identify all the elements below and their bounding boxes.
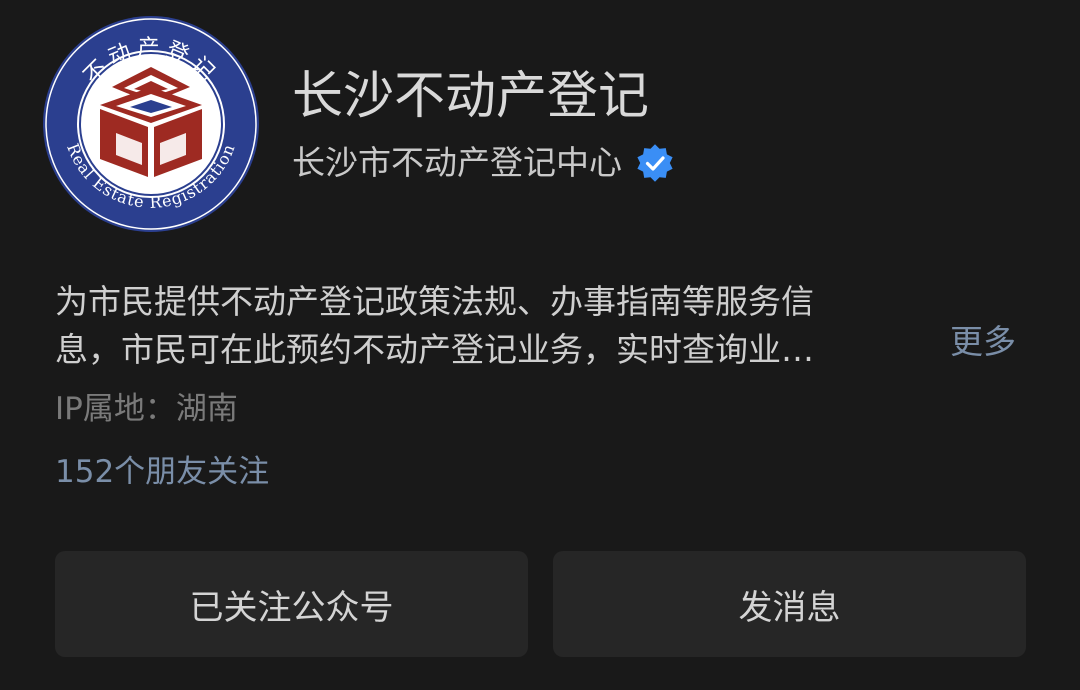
account-name: 长沙不动产登记 xyxy=(292,67,650,126)
account-logo[interactable]: 不动产登记 Real Estate Registration xyxy=(42,15,260,233)
ip-location: IP属地：湖南 xyxy=(55,391,238,427)
verified-badge-icon xyxy=(636,144,674,182)
description-line-1: 为市民提供不动产登记政策法规、办事指南等服务信 xyxy=(55,282,814,321)
profile-header: 不动产登记 Real Estate Registration 长沙不动产登记 长… xyxy=(0,0,1080,260)
send-message-button[interactable]: 发消息 xyxy=(553,551,1026,657)
friends-following-count[interactable]: 152个朋友关注 xyxy=(55,448,269,496)
account-description: 为市民提供不动产登记政策法规、办事指南等服务信 息，市民可在此预约不动产登记业务… xyxy=(55,278,955,374)
description-line-2: 息，市民可在此预约不动产登记业务，实时查询业… xyxy=(55,330,814,369)
more-link[interactable]: 更多 xyxy=(950,318,1016,366)
owner-name: 长沙市不动产登记中心 xyxy=(292,143,622,182)
followed-official-account-button[interactable]: 已关注公众号 xyxy=(55,551,528,657)
owner-row: 长沙市不动产登记中心 xyxy=(292,138,674,188)
real-estate-registration-seal: 不动产登记 Real Estate Registration xyxy=(43,16,259,232)
action-bar: 已关注公众号 发消息 xyxy=(55,551,1026,657)
